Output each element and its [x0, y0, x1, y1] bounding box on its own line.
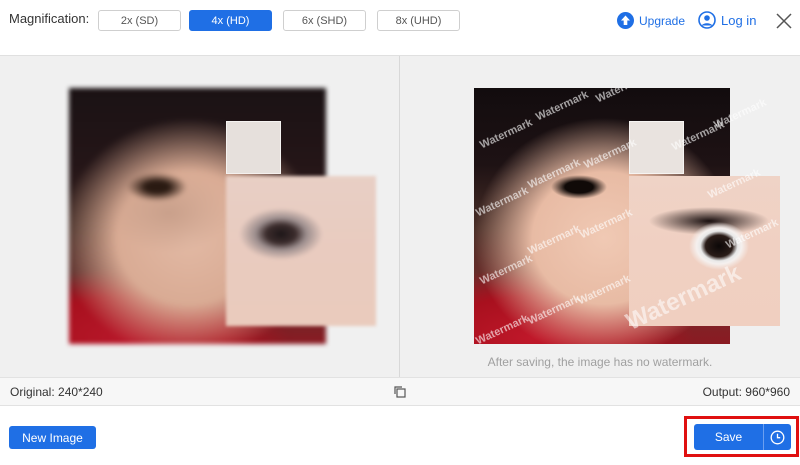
original-size: Original: 240*240 [10, 385, 103, 399]
preview-panels: Watermark Watermark Watermark Watermark … [0, 55, 800, 377]
close-icon[interactable] [775, 12, 793, 30]
magnification-4x-button[interactable]: 4x (HD) [189, 10, 272, 31]
upgrade-link[interactable]: Upgrade [617, 12, 685, 29]
upgrade-icon [617, 12, 634, 29]
magnification-label: Magnification: [9, 11, 90, 26]
history-button[interactable] [764, 424, 791, 450]
clock-icon [770, 430, 785, 444]
upgrade-label: Upgrade [639, 13, 686, 28]
save-button-group: Save [694, 424, 791, 450]
compare-icon[interactable] [394, 386, 406, 398]
original-magnifier [226, 176, 376, 326]
login-link[interactable]: Log in [698, 11, 756, 29]
new-image-button[interactable]: New Image [9, 426, 96, 449]
magnification-8x-button[interactable]: 8x (UHD) [377, 10, 460, 31]
output-size: Output: 960*960 [702, 385, 790, 399]
magnification-6x-button[interactable]: 6x (SHD) [283, 10, 366, 31]
top-bar: Magnification: 2x (SD) 4x (HD) 6x (SHD) … [0, 0, 800, 42]
user-icon [698, 11, 716, 29]
enhanced-zoom-region [629, 121, 684, 174]
save-button[interactable]: Save [694, 424, 763, 450]
original-zoom-region [226, 121, 281, 174]
enhanced-magnifier [629, 176, 780, 326]
login-label: Log in [721, 12, 757, 28]
info-bar: Original: 240*240 Output: 960*960 [0, 377, 800, 406]
magnification-2x-button[interactable]: 2x (SD) [98, 10, 181, 31]
